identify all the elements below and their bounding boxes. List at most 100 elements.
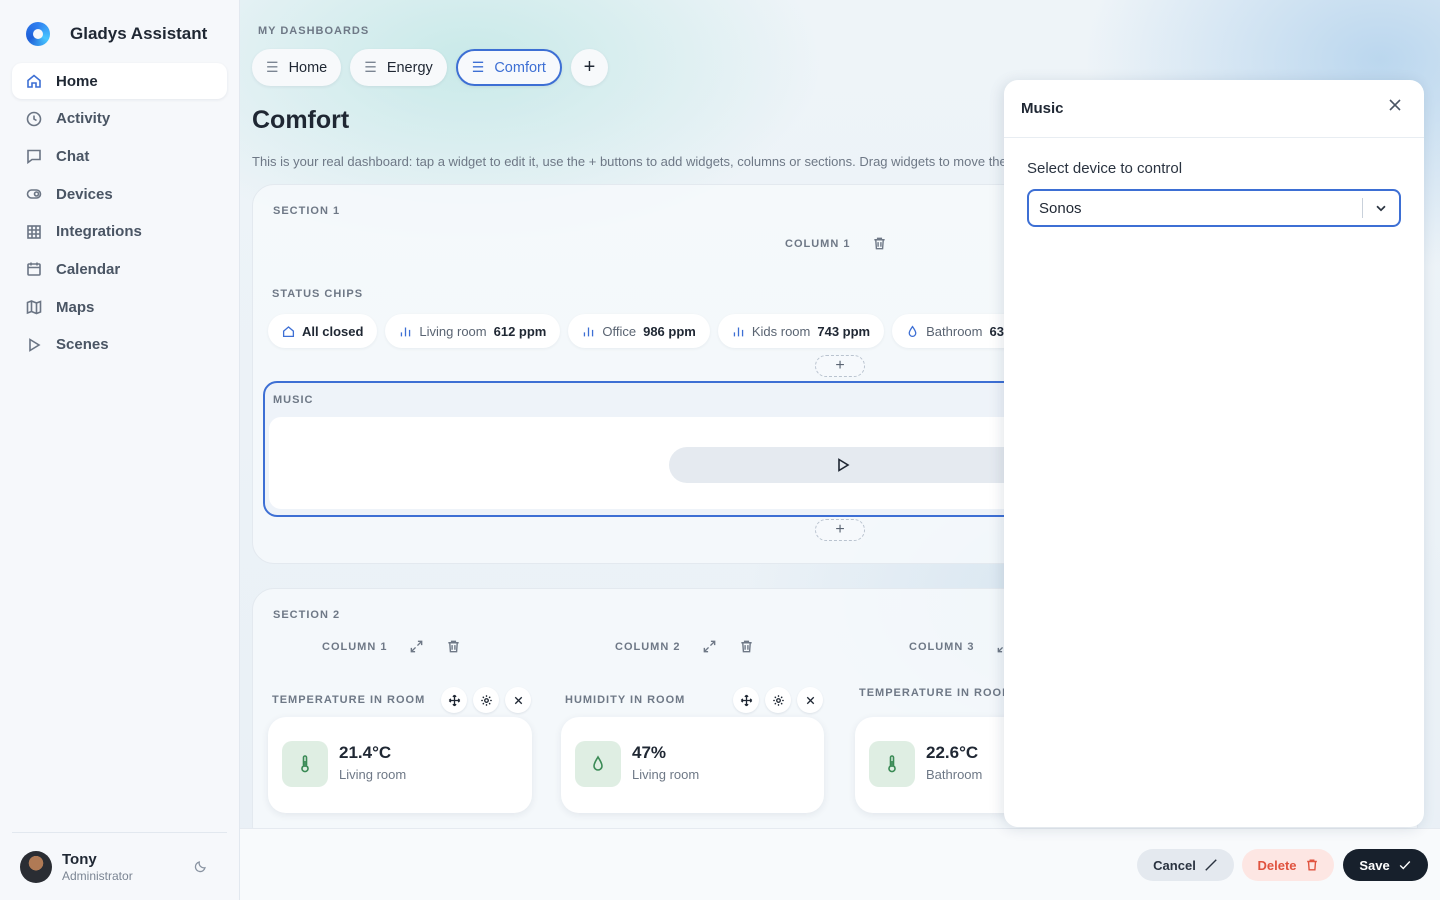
expand-icon[interactable] (702, 639, 717, 654)
close-icon (1389, 99, 1401, 111)
status-chip[interactable]: All closed (268, 314, 378, 348)
settings-button[interactable] (473, 687, 500, 713)
status-chip[interactable]: Kids room 743 ppm (717, 314, 885, 348)
map-icon (26, 300, 42, 315)
sidebar-item-devices[interactable]: Devices (12, 176, 227, 212)
settings-button[interactable] (765, 687, 792, 713)
add-widget-button[interactable]: + (815, 355, 865, 377)
sidebar-item-maps[interactable]: Maps (12, 289, 227, 325)
tab-label: Comfort (494, 59, 546, 76)
column-header: COLUMN 1 (322, 639, 461, 654)
move-button[interactable] (733, 687, 760, 713)
gladys-logo-icon (26, 22, 50, 46)
sidebar-item-label: Scenes (56, 336, 109, 354)
tab-home[interactable]: ☰ Home (252, 49, 342, 86)
column-header: COLUMN 1 (785, 236, 887, 251)
bars-icon (733, 326, 744, 336)
home-icon (27, 74, 41, 88)
add-widget-button[interactable]: + (815, 519, 865, 541)
sidebar-item-chat[interactable]: Chat (12, 138, 227, 174)
home-icon (282, 325, 295, 337)
bars-icon (401, 326, 411, 336)
widget-value: 21.4°C (339, 743, 392, 762)
sidebar-item-activity[interactable]: Activity (12, 101, 227, 137)
delete-button[interactable]: Delete (1242, 849, 1334, 881)
close-button[interactable] (1388, 98, 1402, 112)
widget-icon (869, 741, 915, 787)
panel-header: Music (1004, 80, 1424, 138)
chat-icon (27, 150, 41, 165)
thermometer-icon (301, 755, 309, 773)
sidebar-item-scenes[interactable]: Scenes (12, 327, 227, 363)
avatar (20, 851, 52, 883)
music-widget-label: MUSIC (273, 394, 314, 406)
dropdown-toggle[interactable] (1363, 201, 1399, 215)
trash-icon[interactable] (446, 639, 461, 654)
sidebar-item-home[interactable]: Home (12, 63, 227, 99)
sidebar-item-label: Activity (56, 110, 111, 128)
tab-comfort[interactable]: ☰ Comfort (455, 49, 562, 86)
status-chip[interactable]: Living room 612 ppm (385, 314, 561, 348)
chip-value: 743 ppm (817, 323, 871, 339)
widget-tools (441, 687, 532, 713)
delete-label: Delete (1257, 857, 1297, 873)
save-label: Save (1359, 857, 1390, 873)
device-select[interactable]: Sonos (1027, 189, 1401, 227)
moon-icon[interactable] (194, 859, 208, 873)
move-button[interactable] (441, 687, 468, 713)
chip-value: 612 ppm (493, 323, 547, 339)
sidebar-item-integrations[interactable]: Integrations (12, 214, 227, 250)
move-icon (448, 694, 460, 706)
dashboards-heading: MY DASHBOARDS (258, 25, 370, 37)
column-label: COLUMN 3 (909, 640, 975, 653)
tab-label: Home (288, 59, 328, 76)
thermometer-icon (888, 755, 896, 773)
drag-handle-icon: ☰ (471, 59, 485, 75)
app-name: Gladys Assistant (70, 24, 208, 43)
chip-name: Office (602, 323, 637, 339)
play-icon[interactable] (835, 457, 851, 473)
widget-room: Living room (339, 767, 407, 782)
sidebar-nav: Home Activity Chat Devices Integrations … (12, 63, 227, 365)
brand[interactable]: Gladys Assistant (26, 22, 207, 46)
temperature-widget[interactable]: 21.4°C Living room (268, 717, 532, 813)
expand-icon[interactable] (409, 639, 424, 654)
column-label: COLUMN 1 (785, 237, 851, 250)
sidebar-item-label: Devices (56, 185, 113, 203)
widget-title: TEMPERATURE IN ROOM (859, 687, 1013, 699)
grid-icon (27, 224, 41, 239)
trash-icon[interactable] (872, 236, 887, 251)
status-chip[interactable]: Office 986 ppm (568, 314, 710, 348)
status-chips-label: STATUS CHIPS (272, 288, 364, 300)
widget-editor-panel: Music Select device to control Sonos (1004, 80, 1424, 827)
column-label: COLUMN 2 (615, 640, 681, 653)
device-select-label: Select device to control (1027, 160, 1183, 177)
chip-name: All closed (302, 323, 364, 339)
page-description: This is your real dashboard: tap a widge… (252, 154, 1004, 169)
page-title: Comfort (252, 106, 350, 134)
add-dashboard-button[interactable]: + (570, 49, 608, 86)
status-chips: All closed Living room 612 ppm Office 98… (268, 314, 1034, 348)
remove-button[interactable] (797, 687, 824, 713)
close-icon (806, 696, 815, 704)
widget-value: 47% (632, 743, 667, 762)
cancel-button[interactable]: Cancel (1137, 849, 1234, 881)
remove-button[interactable] (505, 687, 532, 713)
widget-header: TEMPERATURE IN ROOM (272, 687, 532, 713)
sidebar-item-label: Chat (56, 147, 90, 165)
tab-energy[interactable]: ☰ Energy (350, 49, 447, 86)
save-button[interactable]: Save (1343, 849, 1428, 881)
sidebar-item-label: Integrations (56, 223, 142, 241)
calendar-icon (27, 262, 41, 277)
trash-icon (1306, 859, 1317, 871)
user-role: Administrator (62, 869, 133, 883)
chip-value: 986 ppm (643, 323, 696, 339)
sidebar-item-calendar[interactable]: Calendar (12, 251, 227, 287)
widget-icon (282, 741, 328, 787)
drop-icon (593, 755, 603, 771)
user-profile[interactable]: Tony Administrator (12, 832, 227, 900)
sidebar-item-label: Home (56, 72, 98, 90)
widget-header: TEMPERATURE IN ROOM (859, 687, 1012, 699)
trash-icon[interactable] (739, 639, 754, 654)
humidity-widget[interactable]: 47% Living room (561, 717, 824, 813)
